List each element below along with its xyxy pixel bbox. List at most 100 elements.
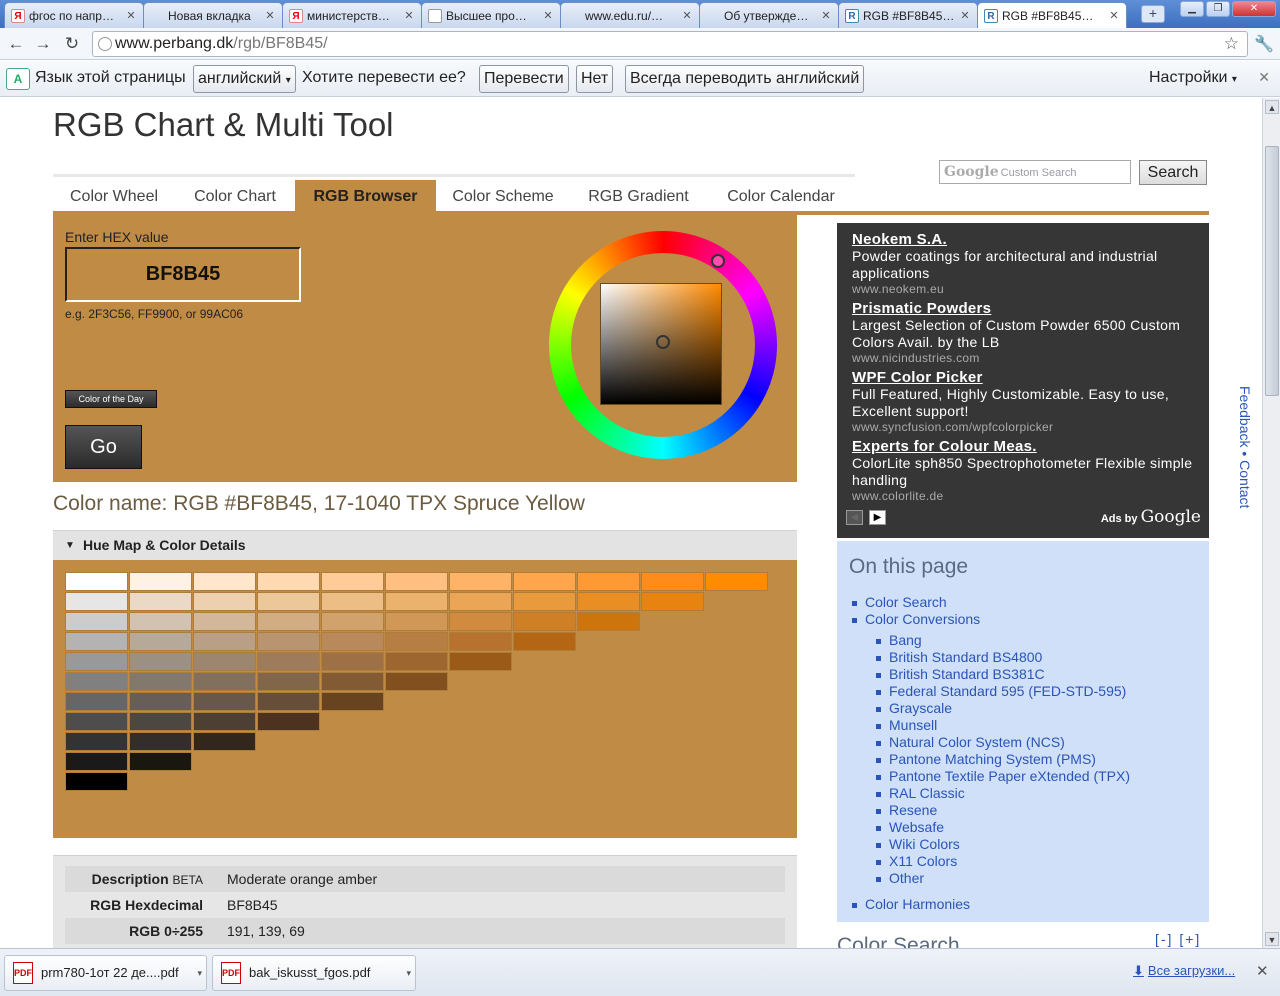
hue-swatch[interactable] (65, 732, 128, 751)
browser-tab[interactable]: Новая вкладка ✕ (143, 2, 283, 28)
hue-swatch[interactable] (193, 652, 256, 671)
hue-swatch[interactable] (577, 592, 640, 611)
ad-title-link[interactable]: Neokem S.A. (852, 231, 1202, 248)
feedback-contact-link[interactable]: Feedback • Contact (1236, 386, 1254, 516)
tab-color-scheme[interactable]: Color Scheme (436, 180, 570, 214)
hue-swatch[interactable] (385, 592, 448, 611)
hue-swatch[interactable] (513, 612, 576, 631)
address-bar[interactable]: www.perbang.dk/rgb/BF8B45/ ☆ (92, 31, 1248, 57)
bookmark-star-icon[interactable]: ☆ (1224, 32, 1239, 56)
hue-swatch[interactable] (193, 632, 256, 651)
on-this-page-link[interactable]: Pantone Matching System (PMS) (875, 751, 1130, 768)
close-icon[interactable]: ✕ (820, 9, 832, 22)
browser-tab[interactable]: R RGB #BF8B45… ✕ (838, 2, 978, 28)
hue-handle[interactable] (711, 254, 725, 268)
hue-swatch[interactable] (321, 592, 384, 611)
reload-button[interactable]: ↻ (62, 34, 82, 54)
on-this-page-link[interactable]: Pantone Textile Paper eXtended (TPX) (875, 768, 1130, 785)
download-item[interactable]: PDF bak_iskusst_fgos.pdf ▾ (212, 955, 416, 991)
hue-swatch[interactable] (129, 672, 192, 691)
on-this-page-link[interactable]: Munsell (875, 717, 1130, 734)
forward-button[interactable]: → (33, 34, 53, 54)
scroll-down-icon[interactable]: ▼ (1265, 932, 1279, 946)
minimize-button[interactable]: ▁ (1180, 1, 1204, 17)
ad-url[interactable]: www.neokem.eu (852, 282, 1202, 296)
hue-swatch[interactable] (65, 592, 128, 611)
hex-input[interactable]: BF8B45 (65, 247, 301, 302)
hue-swatch[interactable] (193, 712, 256, 731)
tab-color-calendar[interactable]: Color Calendar (707, 180, 855, 214)
language-select[interactable]: английский ▾ (193, 65, 296, 93)
hue-swatch[interactable] (129, 612, 192, 631)
wrench-menu-icon[interactable]: 🔧 (1254, 34, 1274, 54)
hue-swatch[interactable] (129, 632, 192, 651)
hue-swatch[interactable] (321, 612, 384, 631)
browser-tab[interactable]: Об утвержде… ✕ (699, 2, 839, 28)
hue-swatch[interactable] (193, 572, 256, 591)
hue-swatch[interactable] (257, 652, 320, 671)
hue-swatch[interactable] (257, 592, 320, 611)
tab-rgb-browser[interactable]: RGB Browser (295, 180, 436, 214)
close-window-button[interactable]: ✕ (1232, 1, 1276, 17)
hue-swatch[interactable] (513, 572, 576, 591)
on-this-page-link[interactable]: Federal Standard 595 (FED-STD-595) (875, 683, 1130, 700)
hue-swatch[interactable] (321, 572, 384, 591)
hue-swatch[interactable] (65, 692, 128, 711)
hue-swatch[interactable] (385, 652, 448, 671)
ad-url[interactable]: www.colorlite.de (852, 489, 1202, 503)
hue-swatch[interactable] (257, 632, 320, 651)
hue-swatch[interactable] (193, 592, 256, 611)
new-tab-button[interactable]: + (1141, 5, 1165, 23)
hue-swatch[interactable] (65, 672, 128, 691)
all-downloads-link[interactable]: ⬇ Все загрузки... (1133, 963, 1235, 979)
hue-swatch[interactable] (65, 572, 128, 591)
close-icon[interactable]: ✕ (681, 9, 693, 22)
scroll-thumb[interactable] (1265, 146, 1279, 396)
hue-swatch[interactable] (513, 592, 576, 611)
hue-swatch[interactable] (257, 612, 320, 631)
hue-swatch[interactable] (193, 732, 256, 751)
on-this-page-link[interactable]: Color Search (851, 594, 1130, 611)
hue-swatch[interactable] (257, 572, 320, 591)
hue-swatch[interactable] (65, 632, 128, 651)
maximize-button[interactable]: ❐ (1206, 1, 1230, 17)
hue-swatch[interactable] (193, 672, 256, 691)
hue-swatch[interactable] (321, 692, 384, 711)
hue-swatch[interactable] (449, 572, 512, 591)
hue-swatch[interactable] (129, 752, 192, 771)
hue-swatch[interactable] (449, 652, 512, 671)
close-icon[interactable]: ✕ (1258, 69, 1270, 86)
hue-swatch[interactable] (65, 752, 128, 771)
hue-swatch[interactable] (129, 652, 192, 671)
on-this-page-link[interactable]: British Standard BS381C (875, 666, 1130, 683)
chevron-down-icon[interactable]: ▾ (197, 956, 202, 990)
sv-handle[interactable] (656, 335, 670, 349)
ad-title-link[interactable]: Prismatic Powders (852, 300, 1202, 317)
color-of-the-day-button[interactable]: Color of the Day (65, 390, 157, 408)
hue-swatch[interactable] (129, 692, 192, 711)
chevron-down-icon[interactable]: ▾ (406, 956, 411, 990)
ad-title-link[interactable]: Experts for Colour Meas. (852, 438, 1202, 455)
browser-tab[interactable]: Яминистерств… ✕ (282, 2, 422, 28)
hue-swatch[interactable] (321, 652, 384, 671)
hue-swatch[interactable] (129, 572, 192, 591)
always-translate-button[interactable]: Всегда переводить английский (625, 65, 865, 93)
hue-swatch[interactable] (65, 712, 128, 731)
hue-swatch[interactable] (705, 572, 768, 591)
ads-prev-button[interactable]: ◀ (846, 510, 863, 525)
browser-tab[interactable]: www.edu.ru/… ✕ (560, 2, 700, 28)
expand-collapse-links[interactable]: [-] [+] (1155, 931, 1201, 947)
on-this-page-link[interactable]: British Standard BS4800 (875, 649, 1130, 666)
hue-swatch[interactable] (385, 672, 448, 691)
hue-swatch[interactable] (513, 632, 576, 651)
hue-swatch[interactable] (65, 612, 128, 631)
no-button[interactable]: Нет (576, 65, 614, 93)
on-this-page-link[interactable]: Natural Color System (NCS) (875, 734, 1130, 751)
on-this-page-link[interactable]: Bang (875, 632, 1130, 649)
browser-tab[interactable]: Яфгос по напр… ✕ (4, 2, 144, 28)
ad-url[interactable]: www.nicindustries.com (852, 351, 1202, 365)
hue-swatch[interactable] (257, 672, 320, 691)
browser-tab[interactable]: Высшее про… ✕ (421, 2, 561, 28)
on-this-page-link[interactable]: Resene (875, 802, 1130, 819)
hue-swatch[interactable] (193, 692, 256, 711)
